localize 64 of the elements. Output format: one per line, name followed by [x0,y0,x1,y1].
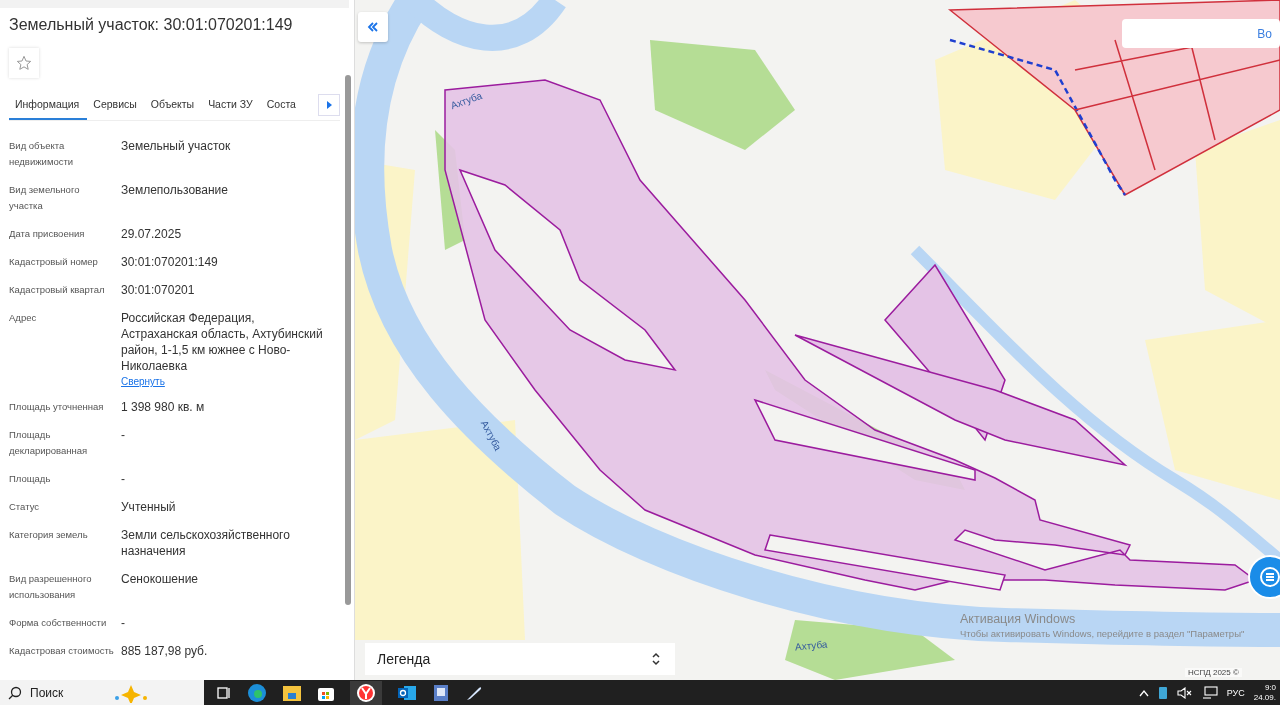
field-label: Кадастровый номер [9,255,99,269]
field-value: 29.07.2025 [121,226,182,242]
field-value: 30:01:070201:149 [121,254,218,270]
tabs-scroll-right-button[interactable] [318,94,340,116]
activation-title: Активация Windows [960,612,1077,626]
task-view-icon[interactable] [216,684,232,701]
field-label: Категория земель [9,528,89,542]
clock-time[interactable]: 9:0 [1264,682,1276,693]
tab[interactable]: Части ЗУ [208,92,261,120]
tab[interactable]: Сервисы [93,92,145,120]
up-down-chevron-icon [651,652,661,666]
search-button[interactable]: Во [1122,19,1280,48]
y-browser-icon[interactable] [356,682,376,703]
speaker-muted-icon[interactable] [1176,686,1193,699]
field-value: Земельный участок [121,138,231,154]
field-value: Земли сельскохозяйственного назначения [121,527,291,559]
field-value: - [121,615,125,631]
collapse-panel-button[interactable] [358,12,388,42]
field-label: Адрес [9,311,38,325]
field-label: Площадь уточненная [9,400,105,414]
field-label: Дата присвоения [9,227,86,241]
field-label: Вид разрешенного использования [9,572,93,602]
field-label: Форма собственности [9,616,108,630]
folder-icon[interactable] [282,683,302,702]
field-value: Землепользование [121,182,228,198]
clock-date[interactable]: 24.09. [1253,692,1276,703]
tab[interactable]: Соста [266,92,304,120]
field-label: Вид объекта недвижимости [9,139,75,169]
field-label: Кадастровая стоимость [9,644,115,658]
language-indicator[interactable]: РУС [1226,687,1245,698]
field-value: Российская Федерация, Астраханская область, Ахтубинский район, 1-1,5 км южнее с Ново-Николаевка [121,310,324,374]
field-value: 1 398 980 кв. м [121,399,205,415]
document-icon[interactable] [432,683,450,702]
browser-icon[interactable] [247,682,267,703]
tab[interactable]: Объекты [150,92,203,120]
network-status-icon[interactable] [1157,685,1168,700]
scrollbar[interactable] [345,75,351,605]
chat-icon [1259,566,1280,588]
panel-title: Земельный участок: 30:01:070201:149 [9,16,294,34]
field-value: 30:01:070201 [121,282,195,298]
field-label: Кадастровый квартал [9,283,106,297]
arrow-right-icon [326,101,332,109]
field-label: Площадь [9,472,52,486]
attribution-label: НСПД 2025 © [1185,668,1242,677]
double-chevron-left-icon [367,21,379,33]
field-value: - [121,427,125,443]
field-value: - [121,471,125,487]
activation-text: Чтобы активировать Windows, перейдите в раздел "Параметры" [960,628,1245,639]
field-value: Учтенный [121,499,176,515]
tray-expand-icon[interactable] [1138,688,1149,697]
river-label: Ахтуба [449,89,484,112]
tab[interactable]: Информация [9,92,88,120]
field-label: Вид земельного участка [9,183,81,213]
field-value: 885 187,98 руб. [121,643,208,659]
collapse-link[interactable]: Свернуть [121,376,165,387]
search-icon [8,685,22,700]
field-label: Статус [9,500,41,514]
monitor-icon[interactable] [1201,685,1218,700]
taskbar-search-field[interactable]: Поиск [0,680,204,705]
river-label: Ахтуба [794,638,828,653]
mail-icon[interactable] [397,683,417,702]
legend-dropdown[interactable]: Легенда [365,643,675,675]
field-value: Сенокошение [121,571,198,587]
field-label: Площадь декларированная [9,428,89,458]
